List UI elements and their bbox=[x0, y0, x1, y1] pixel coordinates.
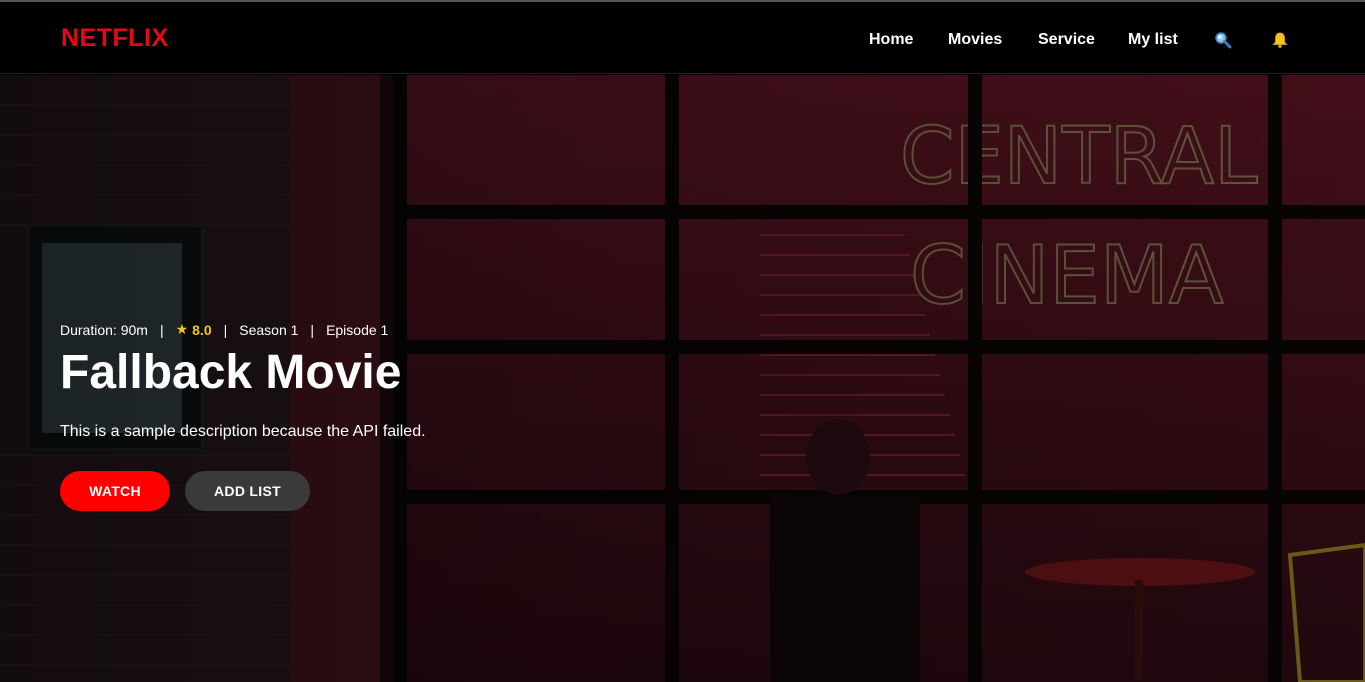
meta-separator: | bbox=[223, 321, 228, 338]
hero-banner: CENTRAL CINEMA Duration: 90m | ★ 8.0 | S… bbox=[0, 75, 1365, 682]
episode-text: Episode 1 bbox=[326, 321, 389, 338]
watch-button[interactable]: WATCH bbox=[60, 471, 170, 511]
search-icon[interactable] bbox=[1214, 31, 1232, 49]
movie-description: This is a sample description because the… bbox=[60, 423, 426, 440]
rating-star-icon: ★ bbox=[175, 321, 189, 337]
netflix-logo[interactable]: NETFLIX bbox=[61, 24, 169, 53]
rating-value: 8.0 bbox=[192, 321, 212, 338]
movie-title: Fallback Movie bbox=[60, 346, 402, 399]
bell-icon[interactable] bbox=[1271, 31, 1289, 49]
duration-text: Duration: 90m bbox=[60, 321, 148, 338]
meta-separator: | bbox=[310, 321, 315, 338]
nav-link-service[interactable]: Service bbox=[1038, 31, 1095, 49]
nav-link-home[interactable]: Home bbox=[869, 31, 913, 49]
meta-separator: | bbox=[159, 321, 164, 338]
nav-link-movies[interactable]: Movies bbox=[948, 31, 1002, 49]
navbar: NETFLIX Home Movies Service My list bbox=[0, 2, 1365, 74]
nav-link-my-list[interactable]: My list bbox=[1128, 31, 1178, 49]
add-list-button[interactable]: ADD LIST bbox=[185, 471, 310, 511]
season-text: Season 1 bbox=[239, 321, 299, 338]
movie-meta: Duration: 90m | ★ 8.0 | Season 1 | Episo… bbox=[60, 321, 388, 338]
